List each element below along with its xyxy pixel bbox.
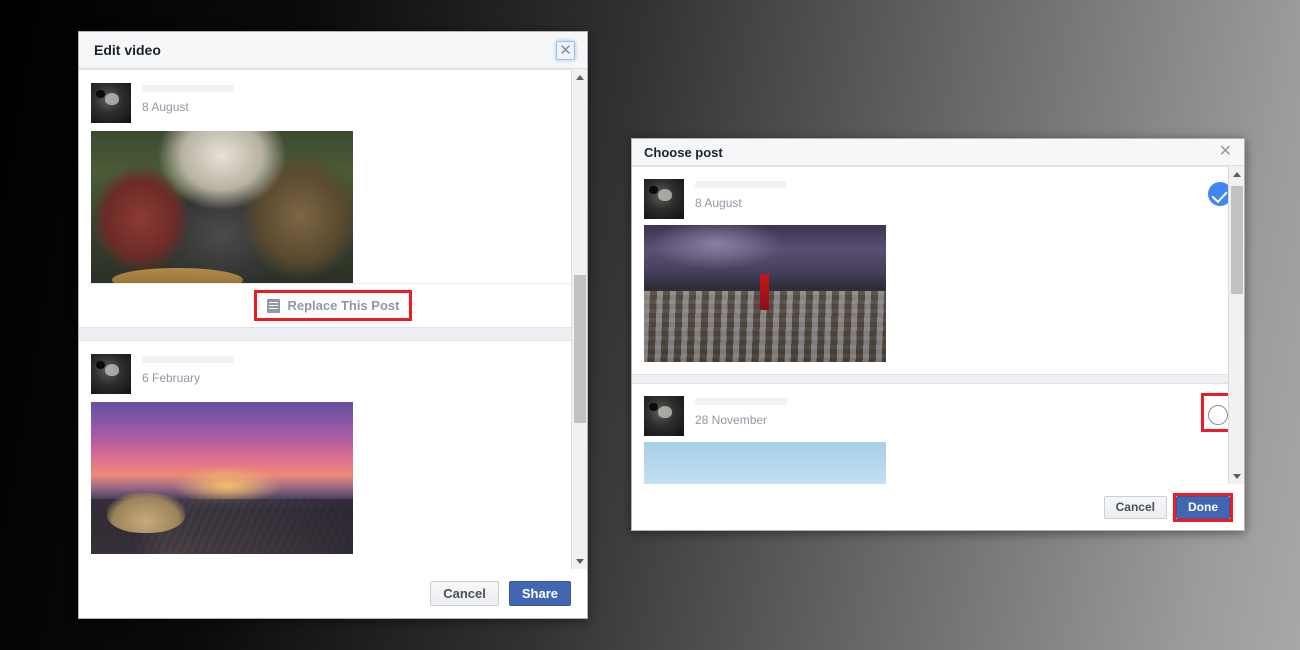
post-date: 6 February <box>142 371 201 385</box>
edit-video-footer: Cancel Share <box>79 569 587 618</box>
scrollbar-thumb[interactable] <box>1231 186 1243 294</box>
scroll-down-arrow-icon[interactable] <box>1229 468 1244 484</box>
post-author-placeholder <box>142 85 234 92</box>
document-list-icon <box>266 298 280 313</box>
post-meta: 8 August <box>131 83 234 113</box>
avatar <box>91 83 131 123</box>
replace-post-highlight: Replace This Post <box>256 293 410 318</box>
choose-post-item[interactable]: 28 November <box>632 384 1244 484</box>
choose-post-scrollbar[interactable] <box>1228 166 1244 484</box>
scrollbar-thumb[interactable] <box>574 275 586 423</box>
scroll-up-arrow-icon[interactable] <box>572 69 587 85</box>
choose-post-footer: Cancel Done <box>632 484 1244 530</box>
close-icon[interactable]: ✕ <box>1217 144 1234 160</box>
share-button[interactable]: Share <box>508 581 571 606</box>
post-author-placeholder <box>142 356 234 363</box>
cancel-button[interactable]: Cancel <box>1103 495 1167 519</box>
post-photo[interactable] <box>91 402 353 554</box>
choose-post-header-row: 8 August <box>632 167 1244 225</box>
scroll-down-arrow-icon[interactable] <box>572 553 587 569</box>
post-header: 6 February <box>79 341 587 402</box>
post-author-placeholder <box>695 181 787 188</box>
choose-post-list: 8 August 28 November <box>632 166 1244 484</box>
choose-post-header-row: 28 November <box>632 384 1244 442</box>
post-item: 6 February <box>79 341 587 554</box>
post-meta: 8 August <box>684 179 1208 209</box>
post-date: 28 November <box>695 413 768 427</box>
post-photo[interactable] <box>644 225 886 362</box>
post-author-placeholder <box>695 398 787 405</box>
post-photo[interactable] <box>644 442 886 484</box>
post-divider <box>79 327 587 341</box>
choose-post-header: Choose post ✕ <box>632 139 1244 166</box>
edit-video-dialog: Edit video ✕ 8 August Replace This Post … <box>78 31 588 619</box>
edit-video-body: 8 August Replace This Post 6 February <box>79 69 587 569</box>
edit-video-title: Edit video <box>94 42 161 58</box>
desktop-background: Edit video ✕ 8 August Replace This Post … <box>0 0 1300 650</box>
edit-video-header: Edit video ✕ <box>79 32 587 69</box>
choose-post-item[interactable]: 8 August <box>632 167 1244 362</box>
done-button-highlight: Done <box>1176 495 1230 519</box>
post-photo[interactable] <box>91 131 353 283</box>
post-meta: 28 November <box>684 396 1204 426</box>
cancel-button[interactable]: Cancel <box>430 581 499 606</box>
post-meta: 6 February <box>131 354 234 384</box>
edit-video-post-list: 8 August Replace This Post 6 February <box>79 69 587 569</box>
post-divider <box>632 374 1244 384</box>
replace-this-post-label: Replace This Post <box>287 298 400 313</box>
post-item: 8 August Replace This Post <box>79 70 587 327</box>
done-button[interactable]: Done <box>1176 495 1230 519</box>
replace-this-post-button[interactable]: Replace This Post <box>256 293 410 318</box>
post-date: 8 August <box>695 196 742 210</box>
close-icon[interactable]: ✕ <box>556 40 575 60</box>
avatar <box>91 354 131 394</box>
avatar <box>644 396 684 436</box>
choose-post-title: Choose post <box>644 144 723 160</box>
post-header: 8 August <box>79 70 587 131</box>
post-actions: Replace This Post <box>91 283 575 327</box>
post-date: 8 August <box>142 100 189 114</box>
choose-post-dialog: Choose post ✕ 8 August 28 November Cance… <box>631 138 1245 531</box>
scroll-up-arrow-icon[interactable] <box>1229 166 1244 182</box>
avatar <box>644 179 684 219</box>
radio-empty-icon[interactable] <box>1208 405 1228 425</box>
edit-video-scrollbar[interactable] <box>571 69 587 569</box>
choose-post-body: 8 August 28 November <box>632 166 1244 484</box>
